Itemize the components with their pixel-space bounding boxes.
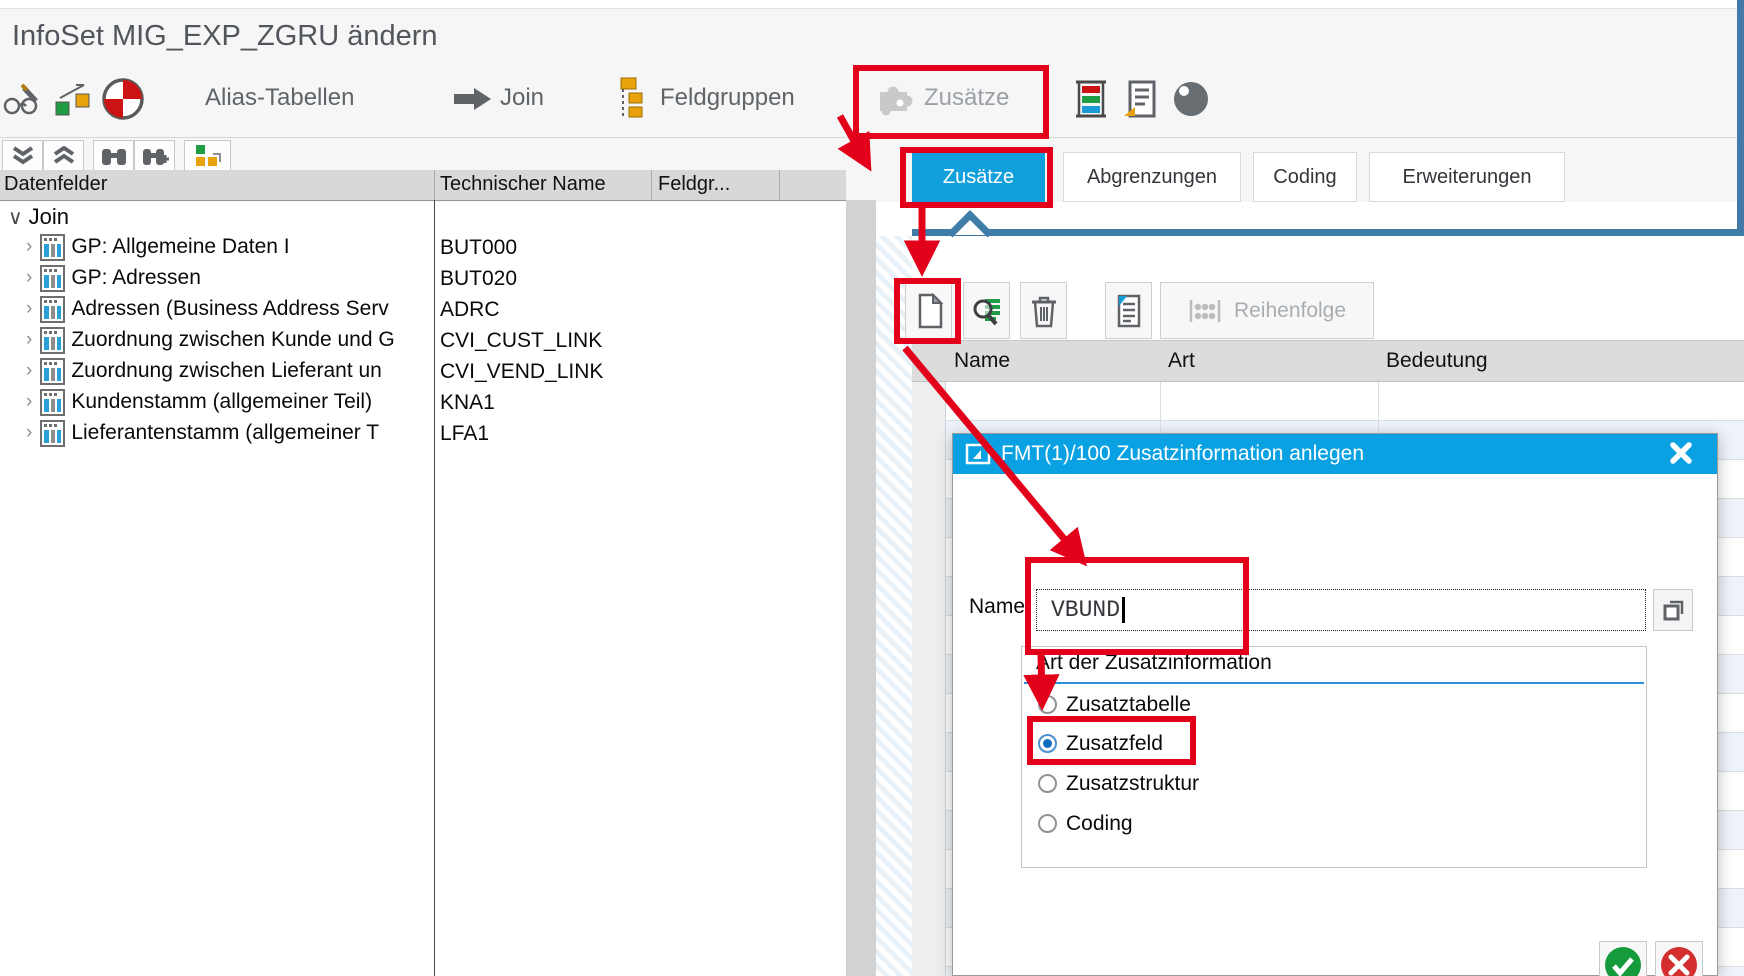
dialog-icon	[965, 443, 991, 465]
text-cursor	[1122, 597, 1125, 623]
chevron-right-icon[interactable]: ›	[26, 329, 32, 351]
extras-button[interactable]: Zusätze	[924, 84, 1009, 112]
tree-column-divider	[434, 200, 435, 976]
layout-list-icon[interactable]	[1072, 78, 1110, 120]
dialog-title: FMT(1)/100 Zusatzinformation anlegen	[1001, 442, 1364, 466]
abacus-icon	[1188, 298, 1222, 324]
tree-row-kna1[interactable]: › Kundenstamm (allgemeiner Teil)	[26, 387, 419, 417]
title-bar: InfoSet MIG_EXP_ZGRU ändern	[0, 8, 1744, 64]
expand-all-button[interactable]	[43, 140, 84, 171]
column-art: Art	[1168, 349, 1195, 373]
tree-row-but020[interactable]: › GP: Adressen	[26, 263, 419, 293]
splitter-grip[interactable]	[876, 236, 912, 976]
table-icon	[40, 358, 65, 385]
table-icon	[40, 420, 65, 447]
tree-column-fieldgroup: Feldgr...	[658, 173, 730, 196]
display-change-icon[interactable]	[2, 80, 42, 118]
join-button[interactable]: Join	[500, 84, 544, 112]
field-groups-icon	[612, 76, 648, 120]
delete-button[interactable]	[1020, 282, 1067, 339]
extra-type-group: Art der Zusatzinformation Zusatztabelle …	[1021, 646, 1647, 868]
find-button[interactable]	[93, 140, 134, 171]
table-header: Name Art Bedeutung	[912, 340, 1744, 382]
tab-underline	[912, 229, 1744, 236]
order-button[interactable]: Reihenfolge	[1160, 282, 1374, 339]
tab-zusaetze[interactable]: Zusätze	[912, 152, 1045, 202]
radio-label-zusatztabelle[interactable]: Zusatztabelle	[1066, 693, 1191, 717]
tech-name: LFA1	[440, 422, 489, 446]
name-label: Name	[969, 595, 1025, 619]
alias-tables-button[interactable]: Alias-Tabellen	[205, 84, 354, 112]
tree-root-join[interactable]: ∨ Join	[8, 202, 69, 232]
tab-coding[interactable]: Coding	[1253, 152, 1357, 202]
tech-name: CVI_VEND_LINK	[440, 360, 603, 384]
page-title: InfoSet MIG_EXP_ZGRU ändern	[12, 20, 438, 53]
tree-row-lfa1[interactable]: › Lieferantenstamm (allgemeiner T	[26, 418, 419, 448]
radio-zusatzstruktur[interactable]	[1038, 774, 1057, 793]
chevron-right-icon[interactable]: ›	[26, 391, 32, 413]
cancel-button[interactable]	[1655, 941, 1703, 976]
collapse-all-button[interactable]	[2, 140, 43, 171]
mini-chart-icon[interactable]	[52, 82, 94, 118]
table-icon	[40, 234, 65, 261]
tree-column-datenfelder: Datenfelder	[4, 173, 107, 196]
radio-coding[interactable]	[1038, 814, 1057, 833]
tech-name: BUT020	[440, 267, 517, 291]
chevron-right-icon[interactable]: ›	[26, 422, 32, 444]
extras-puzzle-icon	[872, 80, 918, 118]
radio-label-coding[interactable]: Coding	[1066, 812, 1133, 836]
confirm-button[interactable]	[1599, 941, 1647, 976]
sap-window: InfoSet MIG_EXP_ZGRU ändern Alias-Tabell…	[0, 0, 1744, 976]
window-edge	[1737, 0, 1744, 236]
chevron-right-icon[interactable]: ›	[26, 236, 32, 258]
create-extra-dialog: FMT(1)/100 Zusatzinformation anlegen Nam…	[952, 433, 1718, 976]
radio-label-zusatzfeld[interactable]: Zusatzfeld	[1066, 732, 1163, 756]
tab-erweiterungen[interactable]: Erweiterungen	[1369, 152, 1565, 202]
document-notes-icon[interactable]	[1120, 78, 1158, 120]
tree-row-cvi-cust-link[interactable]: › Zuordnung zwischen Kunde und G	[26, 325, 419, 355]
chevron-right-icon[interactable]: ›	[26, 267, 32, 289]
tech-name: ADRC	[440, 298, 500, 322]
pie-chart-icon[interactable]	[100, 76, 146, 122]
table-icon	[40, 389, 65, 416]
table-icon	[40, 296, 65, 323]
tree-header: Datenfelder Technischer Name Feldgr...	[0, 170, 846, 201]
group-title-underline	[1024, 682, 1644, 684]
tab-abgrenzungen[interactable]: Abgrenzungen	[1063, 152, 1241, 202]
dialog-title-bar[interactable]: FMT(1)/100 Zusatzinformation anlegen	[953, 434, 1717, 474]
panel-scrollbar[interactable]	[846, 200, 876, 976]
name-input[interactable]: VBUND	[1036, 589, 1646, 631]
close-icon[interactable]	[1667, 439, 1695, 467]
table-icon	[40, 327, 65, 354]
multiple-selection-button[interactable]	[1653, 589, 1693, 631]
radio-zusatzfeld[interactable]	[1038, 734, 1057, 753]
tree-column-technical-name: Technischer Name	[440, 173, 606, 196]
documentation-button[interactable]	[1105, 282, 1152, 339]
hierarchy-button[interactable]	[184, 140, 231, 171]
tech-name: BUT000	[440, 236, 517, 260]
tech-name: KNA1	[440, 391, 495, 415]
tree-row-cvi-vend-link[interactable]: › Zuordnung zwischen Lieferant un	[26, 356, 419, 386]
row-selector-column	[912, 382, 946, 976]
tech-name: CVI_CUST_LINK	[440, 329, 602, 353]
chevron-down-icon[interactable]: ∨	[8, 205, 23, 230]
radio-label-zusatzstruktur[interactable]: Zusatzstruktur	[1066, 772, 1199, 796]
table-icon	[40, 265, 65, 292]
tree-row-adrc[interactable]: › Adressen (Business Address Serv	[26, 294, 419, 324]
tree-row-but000[interactable]: › GP: Allgemeine Daten I	[26, 232, 419, 262]
field-groups-button[interactable]: Feldgruppen	[660, 84, 795, 112]
create-button[interactable]	[905, 282, 952, 339]
display-button[interactable]	[963, 282, 1010, 339]
chevron-right-icon[interactable]: ›	[26, 360, 32, 382]
chevron-right-icon[interactable]: ›	[26, 298, 32, 320]
find-next-button[interactable]	[134, 140, 175, 171]
group-title: Art der Zusatzinformation	[1036, 651, 1272, 675]
sphere-icon[interactable]	[1170, 78, 1212, 120]
join-arrow-icon	[452, 86, 494, 112]
column-name: Name	[954, 349, 1010, 373]
radio-zusatztabelle[interactable]	[1038, 695, 1057, 714]
column-bedeutung: Bedeutung	[1386, 349, 1488, 373]
